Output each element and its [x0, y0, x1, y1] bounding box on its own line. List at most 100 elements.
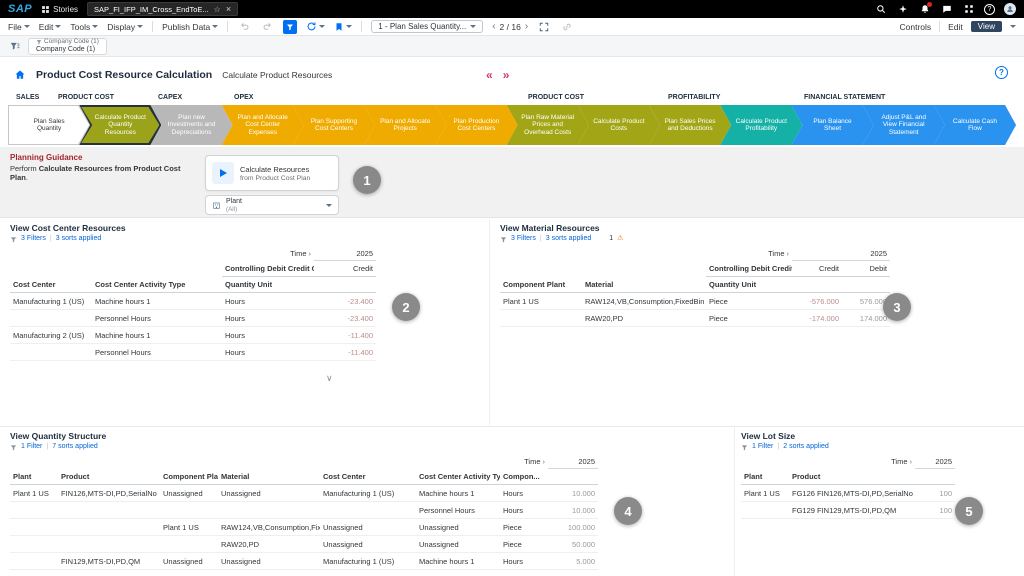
table-cell[interactable]: [58, 502, 160, 519]
table-cell[interactable]: Plant 1 US: [500, 293, 582, 310]
table-cell[interactable]: 5.000: [548, 553, 598, 570]
credit-column-header[interactable]: Credit: [314, 261, 376, 277]
redo-button[interactable]: [260, 20, 274, 34]
table-cell[interactable]: Piece: [500, 519, 548, 536]
column-header-product[interactable]: Product: [789, 469, 915, 485]
table-cell[interactable]: Unassigned: [416, 519, 500, 536]
apps-button[interactable]: [962, 3, 975, 16]
process-step-plan-allocate-cost-center-expenses[interactable]: Plan and Allocate Cost Center Expenses: [222, 105, 304, 145]
table-cell[interactable]: 174.000: [842, 310, 890, 327]
table-cell[interactable]: Unassigned: [416, 536, 500, 553]
menu-tools[interactable]: Tools: [70, 22, 98, 32]
time-member-2025[interactable]: 2025: [915, 455, 955, 469]
table-cell[interactable]: Machine hours 1: [416, 553, 500, 570]
process-step-calculate-cash-flow[interactable]: Calculate Cash Flow: [934, 105, 1016, 145]
company-code-filter-token[interactable]: Company Code (1) Company Code (1): [28, 38, 107, 55]
process-step-plan-raw-material-prices[interactable]: Plan Raw Material Prices and Overhead Co…: [507, 105, 589, 145]
shell-help-button[interactable]: ?: [984, 4, 995, 15]
time-expand-icon[interactable]: ›: [309, 249, 312, 258]
undo-button[interactable]: [237, 20, 251, 34]
bookmark-button[interactable]: [334, 22, 352, 32]
table-cell[interactable]: Machine hours 1: [416, 485, 500, 502]
table-cell[interactable]: 100: [915, 485, 955, 502]
table-cell[interactable]: Personnel Hours: [92, 344, 222, 361]
time-expand-icon[interactable]: ›: [543, 457, 546, 466]
column-header-activity-type[interactable]: Cost Center Activity Type: [92, 277, 222, 293]
close-tab-icon[interactable]: ×: [226, 4, 231, 14]
table-cell[interactable]: Hours: [222, 327, 314, 344]
table-cell[interactable]: -11.400: [314, 327, 376, 344]
process-step-plan-sales-quantity[interactable]: Plan Sales Quantity: [8, 105, 90, 145]
story-tab[interactable]: SAP_FI_IFP_IM_Cross_EndToE... ☆ ×: [87, 2, 238, 16]
table-cell[interactable]: Plant 1 US: [741, 485, 789, 502]
table-cell[interactable]: FIN129,MTS-DI,PD,QM: [58, 553, 160, 570]
chevron-down-icon[interactable]: ∨: [326, 373, 333, 384]
next-section-button[interactable]: »: [503, 68, 510, 82]
table-cell[interactable]: -11.400: [314, 344, 376, 361]
time-dimension-header[interactable]: Time›: [500, 455, 548, 469]
table-cell[interactable]: Personnel Hours: [416, 502, 500, 519]
filters-link[interactable]: 3 Filters: [21, 234, 46, 244]
measure-header[interactable]: Controlling Debit Credit Code: [706, 261, 792, 277]
column-header-cost-center[interactable]: Cost Center: [320, 469, 416, 485]
process-step-plan-sales-prices-deductions[interactable]: Plan Sales Prices and Deductions: [649, 105, 731, 145]
manage-filters-icon[interactable]: [10, 41, 20, 51]
time-expand-icon[interactable]: ›: [787, 249, 790, 258]
filters-link[interactable]: 3 Filters: [511, 234, 536, 244]
table-cell[interactable]: [58, 519, 160, 536]
menu-display[interactable]: Display: [107, 22, 143, 32]
table-cell[interactable]: [320, 502, 416, 519]
time-dimension-header[interactable]: Time›: [706, 247, 792, 261]
table-cell[interactable]: RAW124,VB,Consumption,FixedBin: [218, 519, 320, 536]
process-step-plan-supporting-cost-centers[interactable]: Plan Supporting Cost Centers: [293, 105, 375, 145]
table-cell[interactable]: 100: [915, 502, 955, 519]
sorts-link[interactable]: 3 sorts applied: [546, 234, 592, 244]
column-header-component-plant[interactable]: Component Plant: [500, 277, 582, 293]
table-cell[interactable]: -23.400: [314, 293, 376, 310]
column-header-material[interactable]: Material: [582, 277, 706, 293]
filter-button-active[interactable]: [283, 20, 297, 34]
column-header-component-unit[interactable]: Compon...: [500, 469, 548, 485]
table-cell[interactable]: 10.000: [548, 485, 598, 502]
profile-avatar[interactable]: [1004, 3, 1016, 15]
table-cell[interactable]: 10.000: [548, 502, 598, 519]
process-step-plan-production-cost-centers[interactable]: Plan Production Cost Centers: [435, 105, 517, 145]
table-cell[interactable]: Hours: [500, 485, 548, 502]
next-page-button[interactable]: ›: [525, 21, 528, 32]
table-cell[interactable]: [10, 553, 58, 570]
table-cell[interactable]: Unassigned: [160, 485, 218, 502]
table-cell[interactable]: Hours: [222, 293, 314, 310]
table-cell[interactable]: FIN126,MTS-DI,PD,SerialNo: [58, 485, 160, 502]
notifications-button[interactable]: [918, 3, 931, 16]
table-cell[interactable]: [160, 502, 218, 519]
table-cell[interactable]: -23.400: [314, 310, 376, 327]
table-cell[interactable]: Machine hours 1: [92, 293, 222, 310]
plant-filter-dropdown[interactable]: Plant (All): [205, 195, 339, 215]
table-cell[interactable]: -174.000: [792, 310, 842, 327]
column-header-component-plant[interactable]: Component Plant: [160, 469, 218, 485]
calculate-resources-button[interactable]: Calculate Resources from Product Cost Pl…: [205, 155, 339, 191]
refresh-button[interactable]: [306, 21, 325, 32]
process-step-plan-allocate-projects[interactable]: Plan and Allocate Projects: [364, 105, 446, 145]
process-step-calculate-product-profitability[interactable]: Calculate Product Profitability: [720, 105, 802, 145]
column-header-activity-type[interactable]: Cost Center Activity Type: [416, 469, 500, 485]
table-cell[interactable]: Manufacturing 1 (US): [320, 553, 416, 570]
debit-column-header[interactable]: Debit: [842, 261, 890, 277]
time-dimension-header[interactable]: Time›: [789, 455, 915, 469]
table-cell[interactable]: Manufacturing 1 (US): [320, 485, 416, 502]
link-button[interactable]: [560, 20, 574, 34]
home-button[interactable]: [14, 69, 26, 81]
table-cell[interactable]: FG126 FIN126,MTS-DI,PD,SerialNo: [789, 485, 915, 502]
warning-count[interactable]: 1: [609, 234, 613, 244]
measure-header[interactable]: Controlling Debit Credit Code: [222, 261, 314, 277]
table-cell[interactable]: [10, 536, 58, 553]
controls-button[interactable]: Controls: [899, 22, 931, 32]
menu-file[interactable]: File: [8, 22, 30, 32]
copilot-button[interactable]: [896, 3, 909, 16]
view-mode-button-selected[interactable]: View: [971, 21, 1002, 32]
page-selector-dropdown[interactable]: 1 - Plan Sales Quantity...: [371, 20, 483, 33]
table-cell[interactable]: RAW20,PD: [218, 536, 320, 553]
column-header-product[interactable]: Product: [58, 469, 160, 485]
table-cell[interactable]: [58, 536, 160, 553]
table-cell[interactable]: [10, 344, 92, 361]
